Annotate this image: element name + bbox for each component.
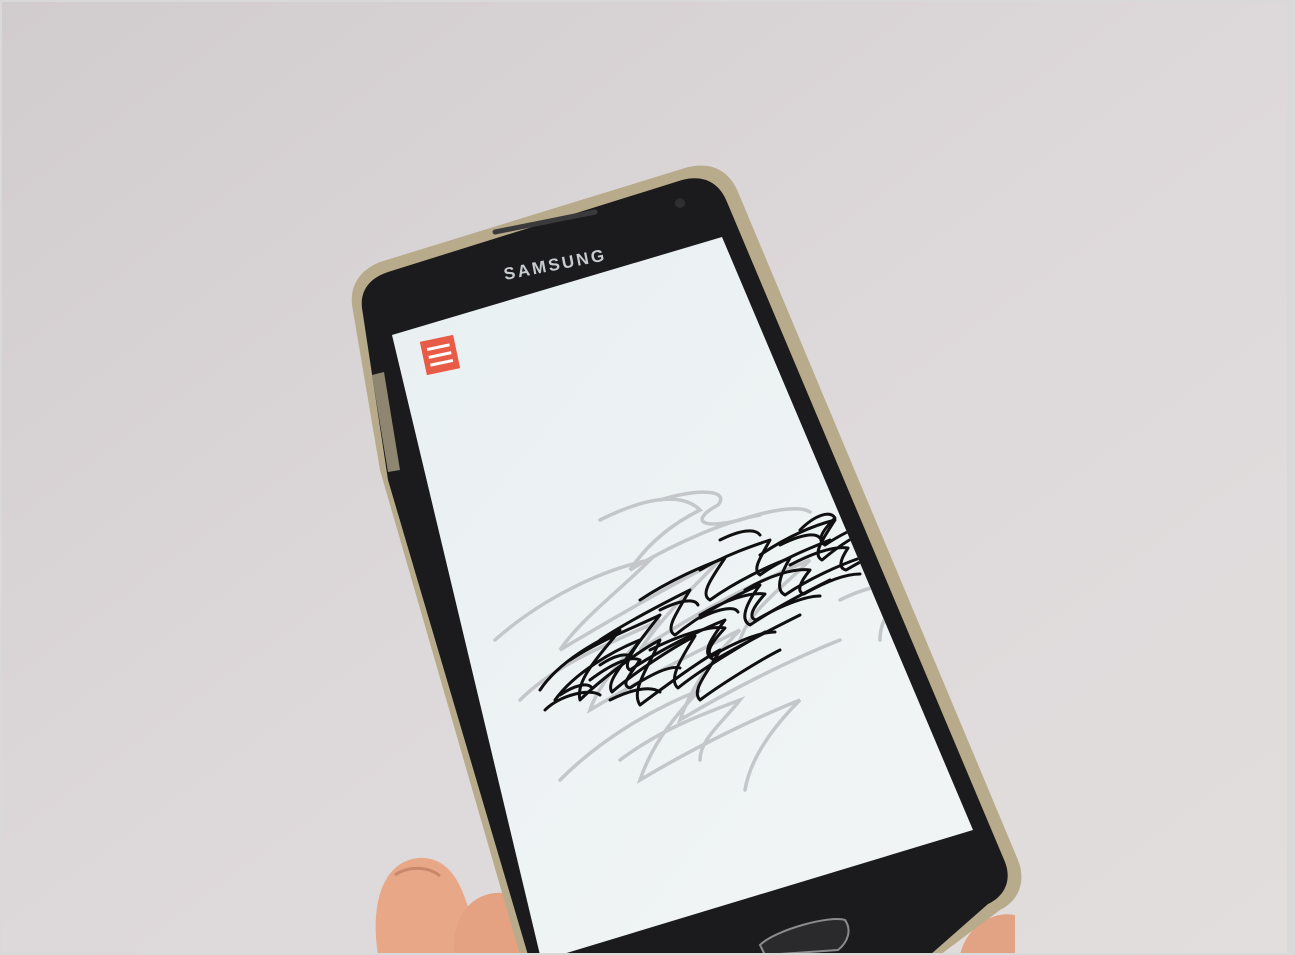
phone-scene: SAMSUNG	[0, 0, 1295, 955]
menu-button[interactable]	[419, 334, 461, 376]
front-camera	[675, 198, 685, 208]
photo: SAMSUNG	[0, 0, 1295, 955]
